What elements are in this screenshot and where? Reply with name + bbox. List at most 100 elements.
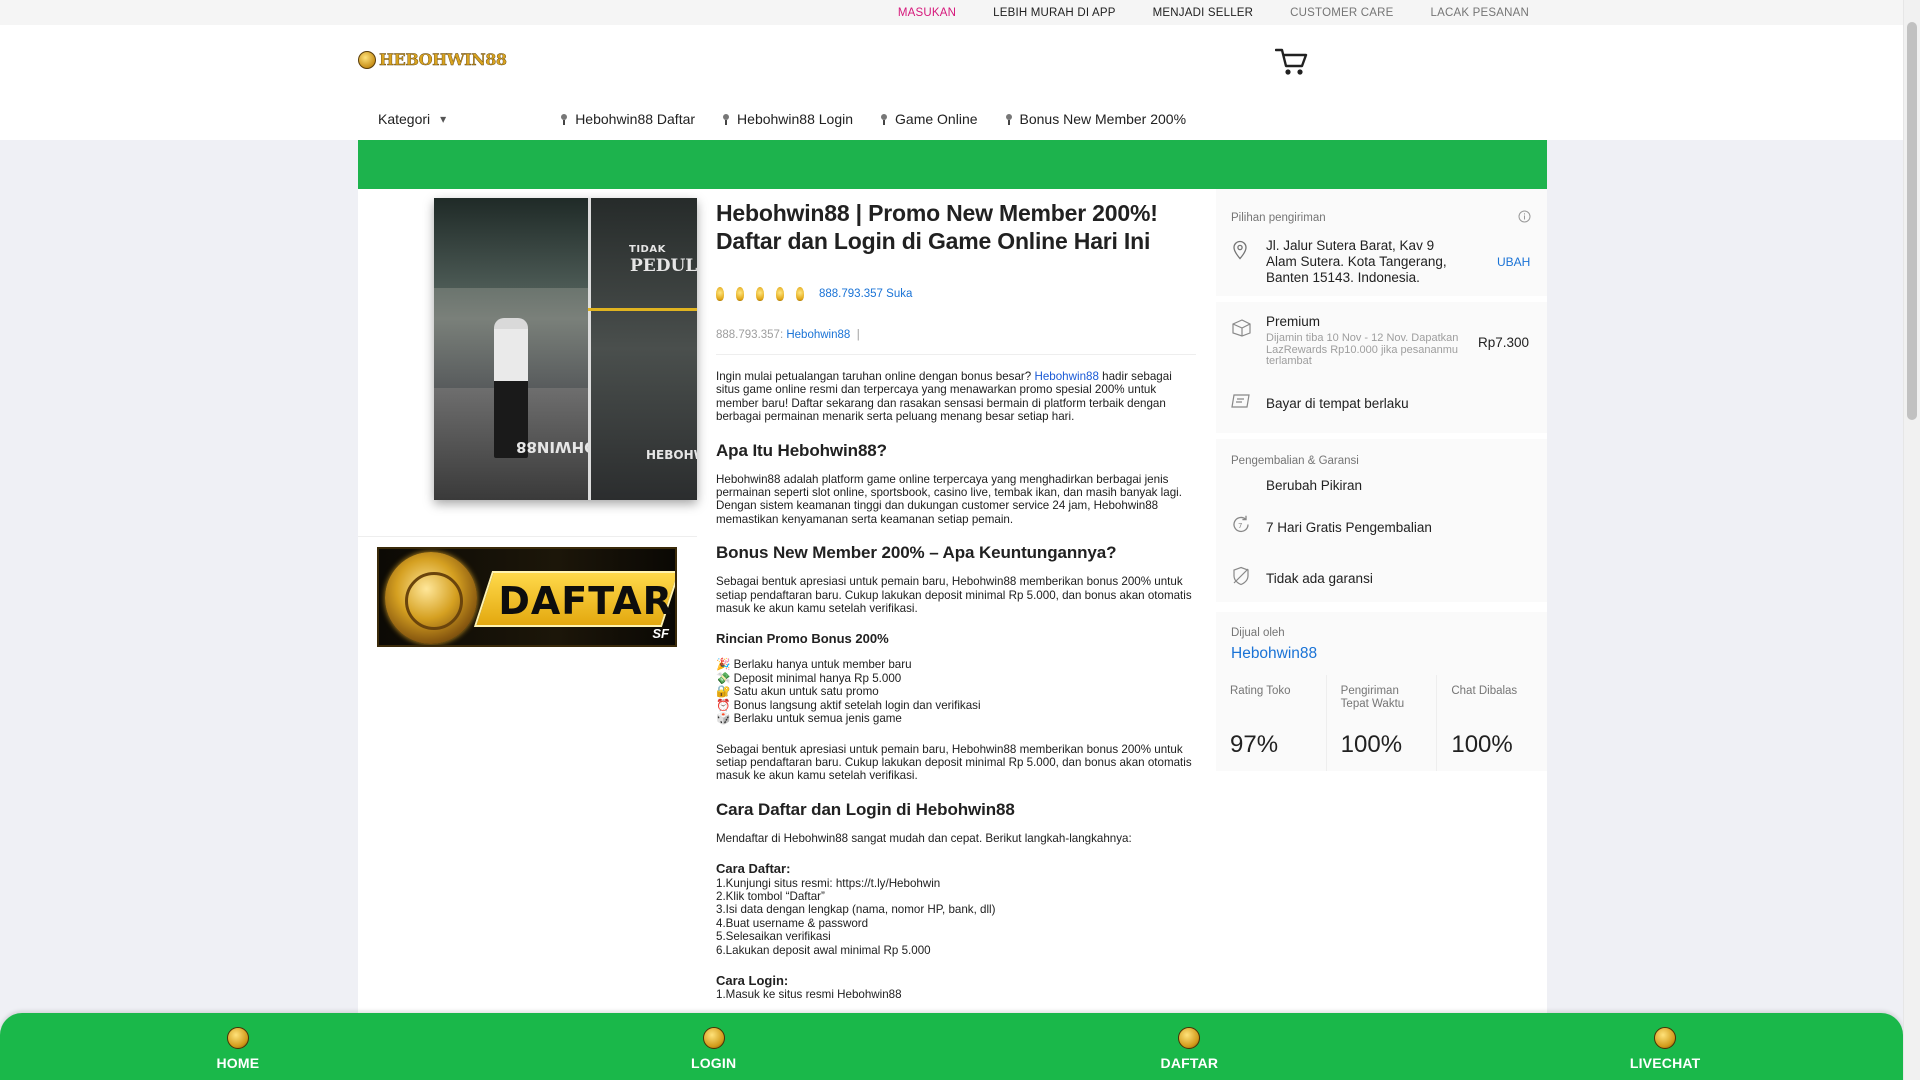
heading-rincian: Rincian Promo Bonus 200%: [716, 631, 889, 647]
star-icon: [756, 287, 764, 301]
stat-value: 100%: [1451, 731, 1513, 758]
paragraph-apa-itu: Hebohwin88 adalah platform game online t…: [716, 472, 1182, 526]
product-title-line: Hebohwin88 | Promo New Member 200%!: [716, 200, 1158, 226]
pin-icon: [560, 113, 568, 125]
product-description: Ingin mulai petualangan taruhan online d…: [716, 370, 1196, 1002]
dice-icon: 🎲: [716, 712, 731, 726]
nav-item-label: Game Online: [895, 111, 978, 127]
byline-count: 888.793.357:: [716, 329, 784, 341]
image-person: [494, 318, 528, 458]
daftar-banner[interactable]: DAFTAR SF: [377, 547, 677, 647]
logo-coin-icon: [358, 50, 376, 69]
site-logo[interactable]: HEBOHWIN88: [358, 50, 507, 69]
bottom-nav-livechat[interactable]: LIVECHAT: [1427, 1013, 1903, 1080]
nav-item-hebohwin88-login[interactable]: Hebohwin88 Login: [722, 111, 853, 127]
kategori-dropdown[interactable]: Kategori ▾: [378, 111, 446, 127]
svg-text:7: 7: [1238, 522, 1242, 530]
list-item: 🎲 Berlaku untuk semua jenis game: [716, 712, 1196, 725]
nav-item-bonus-new-member[interactable]: Bonus New Member 200%: [1005, 111, 1187, 127]
link-masukan[interactable]: MASUKAN: [898, 7, 956, 19]
scrollbar-thumb[interactable]: [1907, 22, 1917, 420]
truck-icon: [1232, 319, 1251, 337]
premium-title: Premium: [1266, 314, 1321, 329]
logo-text: HEBOHWIN88: [379, 50, 507, 69]
star-icon: [736, 287, 744, 301]
seller-stats: Rating Toko 97% Pengiriman Tepat Waktu 100…: [1216, 675, 1547, 771]
bottom-nav-home[interactable]: HOME: [0, 1013, 476, 1080]
product-info: Hebohwin88 | Promo New Member 200%! Daft…: [716, 199, 1196, 1002]
stat-label: Chat Dibalas: [1451, 685, 1518, 697]
rating-row[interactable]: 888.793.357 Suka: [716, 285, 1196, 303]
bottom-nav-daftar[interactable]: DAFTAR: [952, 1013, 1428, 1080]
bottom-nav-bar: HOME LOGIN DAFTAR LIVECHAT: [0, 1013, 1903, 1080]
bottom-nav-label: LOGIN: [690, 1055, 737, 1071]
cash-on-delivery-icon: [1231, 394, 1250, 408]
info-icon[interactable]: [1518, 210, 1531, 223]
premium-price: Rp7.300: [1478, 335, 1530, 350]
daftar-steps: 1.Kunjungi situs resmi: https://t.ly/Heb…: [716, 877, 1196, 957]
heading-cara-daftar: Cara Daftar:: [716, 861, 791, 877]
intro-link[interactable]: Hebohwin88: [1034, 370, 1098, 383]
image-watermark-2: HEBOHWIN88: [646, 448, 697, 462]
image-text-peduli: PEDULI: [630, 256, 697, 276]
nav-item-label: Bonus New Member 200%: [1019, 111, 1187, 127]
nav-item-label: Hebohwin88 Login: [737, 111, 854, 127]
cart-icon[interactable]: [1275, 47, 1309, 77]
coin-icon: [226, 1027, 249, 1049]
link-customer-care[interactable]: CUSTOMER CARE: [1290, 7, 1393, 19]
pin-icon: [880, 113, 888, 125]
list-item: 1.Kunjungi situs resmi: https://t.ly/Heb…: [716, 876, 941, 890]
likes-count[interactable]: 888.793.357 Suka: [819, 288, 912, 300]
nav-item-game-online[interactable]: Game Online: [880, 111, 978, 127]
heading-cara-login: Cara Login:: [716, 972, 789, 988]
bottom-nav-login[interactable]: LOGIN: [476, 1013, 952, 1080]
list-item: 3.Isi data dengan lengkap (nama, nomor H…: [716, 903, 996, 917]
list-item-text: Bonus langsung aktif setelah login dan v…: [733, 698, 981, 712]
nav-item-label: Hebohwin88 Daftar: [575, 111, 696, 127]
bottom-nav-label: DAFTAR: [1160, 1055, 1219, 1071]
product-gallery: HEBOHWIN88 TIDAK PEDULI HEBOHWIN88: [358, 189, 697, 537]
brand-link[interactable]: Hebohwin88: [786, 329, 850, 341]
seller-name-link[interactable]: Hebohwin88: [1231, 645, 1317, 663]
product-image[interactable]: HEBOHWIN88 TIDAK PEDULI HEBOHWIN88: [434, 198, 697, 500]
link-lebih-murah-di-app[interactable]: LEBIH MURAH DI APP: [993, 7, 1115, 19]
pin-icon: [1005, 113, 1013, 125]
page-scrollbar[interactable]: [1903, 0, 1920, 1080]
alarm-clock-icon: ⏰: [716, 698, 731, 712]
star-icon: [716, 287, 724, 301]
delivery-address: Jl. Jalur Sutera Barat, Kav 9 Alam Suter…: [1266, 238, 1447, 285]
login-steps: 1.Masuk ke situs resmi Hebohwin88: [716, 988, 1196, 1001]
coin-icon: [1654, 1027, 1677, 1049]
return-item-no-warranty: Tidak ada garansi: [1266, 571, 1373, 586]
nav-item-hebohwin88-daftar[interactable]: Hebohwin88 Daftar: [560, 111, 695, 127]
heading-cara: Cara Daftar dan Login di Hebohwin88: [716, 799, 1015, 819]
top-links: MASUKAN LEBIH MURAH DI APP MENJADI SELLE…: [898, 0, 1529, 25]
star-icon: [776, 287, 784, 301]
bottom-nav-label: LIVECHAT: [1629, 1055, 1701, 1071]
section-gap: [1216, 602, 1547, 612]
list-item-text: Berlaku untuk semua jenis game: [733, 712, 902, 726]
stat-pengiriman: Pengiriman Tepat Waktu 100%: [1327, 675, 1438, 771]
list-item: 4.Buat username & password: [716, 916, 869, 930]
link-menjadi-seller[interactable]: MENJADI SELLER: [1153, 7, 1254, 19]
link-lacak-pesanan[interactable]: LACAK PESANAN: [1431, 7, 1529, 19]
money-icon: 💸: [716, 671, 731, 685]
paragraph-bonus: Sebagai bentuk apresiasi untuk pemain ba…: [716, 575, 1192, 616]
byline-separator: |: [856, 329, 860, 341]
cod-label: Bayar di tempat berlaku: [1266, 396, 1409, 411]
change-address-button[interactable]: UBAH: [1497, 255, 1530, 269]
rincian-list: 🎉 Berlaku hanya untuk member baru 💸 Depo…: [716, 658, 1196, 725]
seller-label: Dijual oleh: [1231, 627, 1285, 639]
star-icon: [796, 287, 804, 301]
returns-label: Pengembalian & Garansi: [1231, 455, 1359, 467]
coin-icon: [702, 1027, 725, 1049]
location-pin-icon: [1233, 240, 1247, 260]
list-item: 5.Selesaikan verifikasi: [716, 930, 831, 944]
green-banner-bar: [358, 140, 1547, 189]
stat-rating-toko: Rating Toko 97%: [1216, 675, 1327, 771]
kategori-label: Kategori: [378, 111, 431, 127]
banner-label: DAFTAR: [498, 579, 673, 623]
paragraph-cara: Mendaftar di Hebohwin88 sangat mudah dan…: [716, 831, 1132, 845]
category-nav: Kategori ▾ Hebohwin88 Daftar Hebohwin88 …: [378, 111, 1213, 127]
